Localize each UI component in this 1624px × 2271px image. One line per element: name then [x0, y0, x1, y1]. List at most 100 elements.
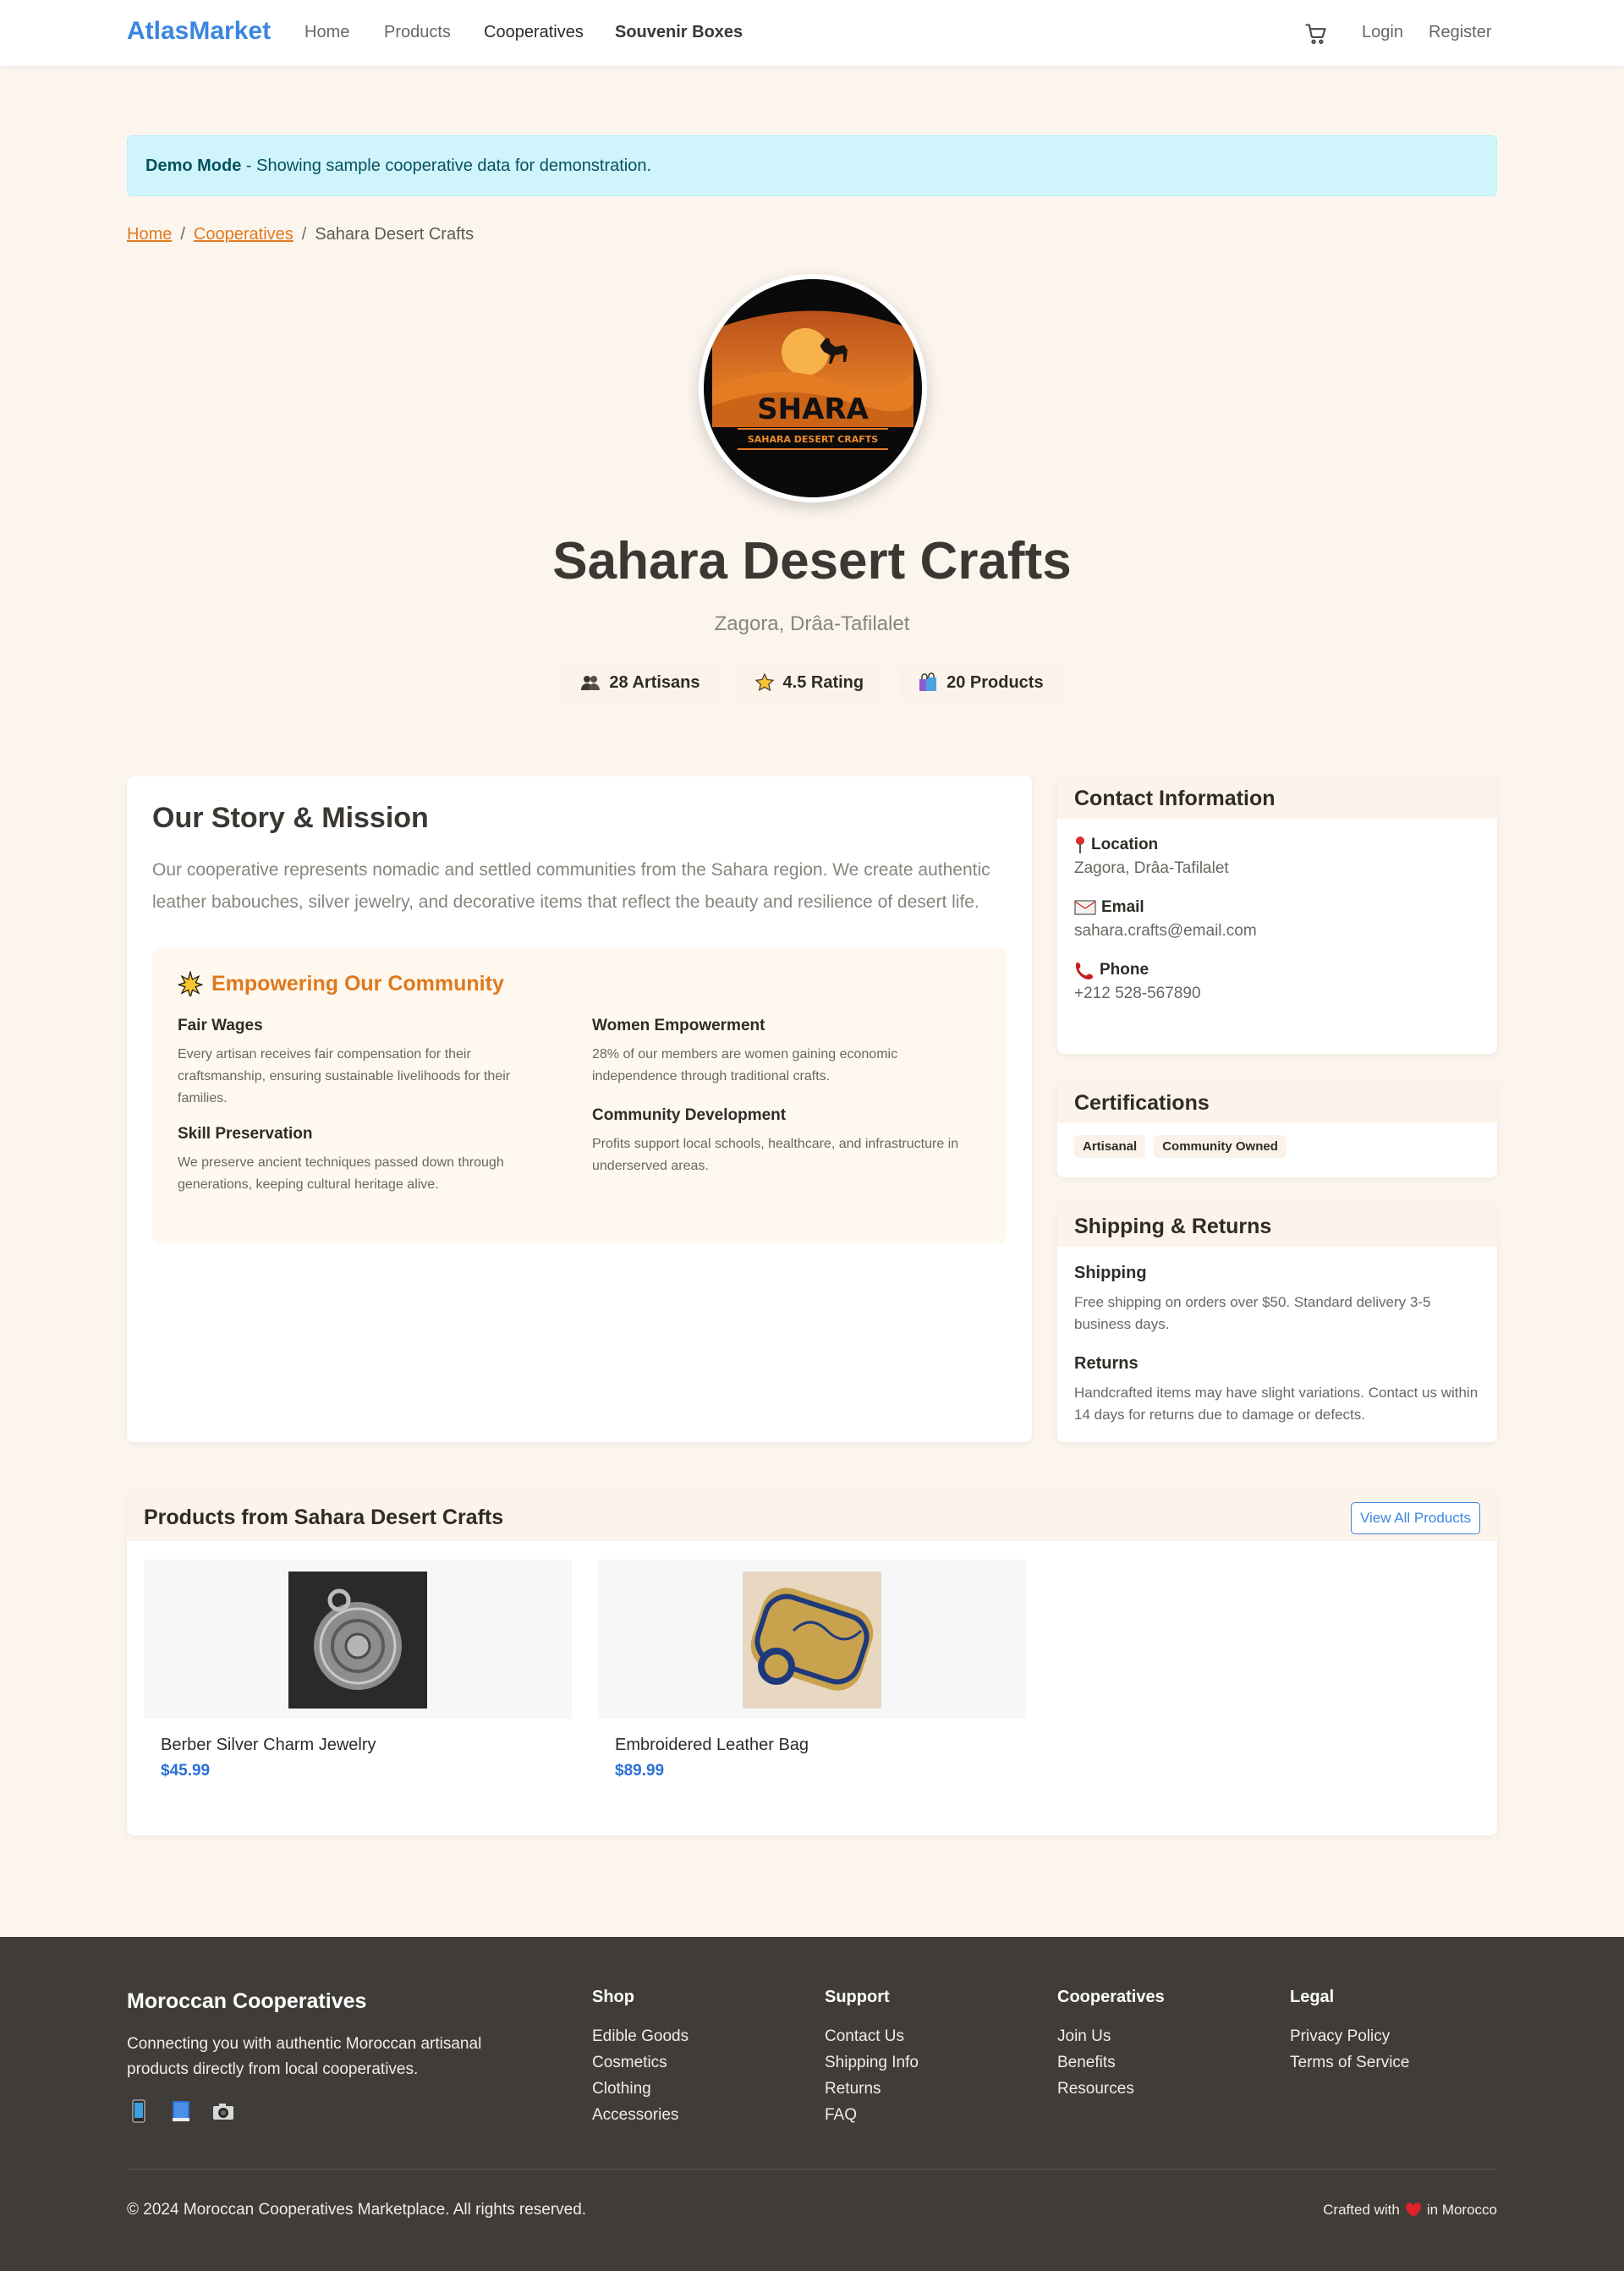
book-icon[interactable]: [169, 2099, 193, 2123]
footer-col-title: Legal: [1290, 1988, 1335, 2006]
footer-link[interactable]: Shipping Info: [825, 2054, 919, 2072]
products-card: Products from Sahara Desert Crafts View …: [127, 1492, 1497, 1835]
brand-logo-link[interactable]: AtlasMarket: [127, 17, 271, 46]
footer-col-title: Cooperatives: [1057, 1988, 1165, 2006]
empower-item-community: Community Development Profits support lo…: [592, 1106, 964, 1177]
contact-email: Email sahara.crafts@email.com: [1074, 898, 1480, 941]
cart-icon[interactable]: [1304, 22, 1328, 46]
story-title: Our Story & Mission: [152, 802, 429, 834]
empower-item-fair-wages: Fair Wages Every artisan receives fair c…: [178, 1017, 550, 1110]
breadcrumb-home[interactable]: Home: [127, 225, 172, 244]
mobile-phone-icon[interactable]: [127, 2099, 151, 2123]
product-price: $45.99: [161, 1762, 211, 1780]
footer-link[interactable]: FAQ: [825, 2106, 919, 2125]
footer-col-title: Support: [825, 1988, 890, 2006]
footer-brand: Moroccan Cooperatives: [127, 1989, 367, 2013]
empower-item-text: Every artisan receives fair compensation…: [178, 1047, 511, 1105]
contact-title: Contact Information: [1057, 776, 1497, 819]
logo-tagline: SAHARA DESERT CRAFTS: [748, 434, 878, 445]
login-link[interactable]: Login: [1362, 23, 1403, 42]
contact-email-label: Email: [1101, 898, 1144, 916]
view-all-products-button[interactable]: View All Products: [1350, 1502, 1480, 1534]
shopping-bags-icon: [918, 672, 938, 693]
empower-box: Empowering Our Community Fair Wages Ever…: [152, 947, 1007, 1243]
footer-link[interactable]: Edible Goods: [592, 2027, 689, 2046]
footer-link[interactable]: Contact Us: [825, 2027, 919, 2046]
breadcrumb-current: Sahara Desert Crafts: [315, 225, 475, 244]
stat-artisans-label: 28 Artisans: [609, 672, 700, 692]
contact-location-label: Location: [1091, 836, 1159, 853]
footer-social-links: [127, 2099, 235, 2123]
empower-item-text: 28% of our members are women gaining eco…: [592, 1047, 898, 1083]
footer-col-cooperatives: Cooperatives Join Us Benefits Resources: [1057, 1988, 1165, 2106]
phone-icon: [1074, 961, 1095, 979]
empower-item-title: Women Empowerment: [592, 1017, 765, 1034]
product-card[interactable]: Embroidered Leather Bag $89.99: [598, 1560, 1026, 1780]
product-image[interactable]: [144, 1560, 572, 1719]
nav-home[interactable]: Home: [304, 23, 349, 42]
contact-location: Location Zagora, Drâa-Tafilalet: [1074, 836, 1480, 878]
footer-col-legal: Legal Privacy Policy Terms of Service: [1290, 1988, 1409, 2080]
contact-phone-label: Phone: [1100, 961, 1149, 979]
footer-link[interactable]: Accessories: [592, 2106, 689, 2125]
shipping-card: Shipping & Returns Shipping Free shippin…: [1057, 1204, 1497, 1442]
breadcrumb-cooperatives[interactable]: Cooperatives: [194, 225, 294, 244]
shipping-text: Free shipping on orders over $50. Standa…: [1074, 1294, 1431, 1332]
footer-link[interactable]: Privacy Policy: [1290, 2027, 1409, 2046]
footer-link[interactable]: Cosmetics: [592, 2054, 689, 2072]
story-text: Our cooperative represents nomadic and s…: [152, 860, 990, 912]
logo-title: SHARA: [757, 392, 869, 426]
camera-icon[interactable]: [211, 2099, 235, 2123]
footer-link[interactable]: Resources: [1057, 2080, 1165, 2098]
empower-title: Empowering Our Community: [211, 971, 504, 996]
products-title: Products from Sahara Desert Crafts: [144, 1506, 504, 1529]
cert-badge-community-owned: Community Owned: [1154, 1135, 1287, 1158]
empower-item-title: Community Development: [592, 1106, 787, 1124]
cooperative-logo: SHARA SAHARA DESERT CRAFTS: [699, 274, 927, 502]
contact-email-value[interactable]: sahara.crafts@email.com: [1074, 922, 1480, 941]
product-name[interactable]: Berber Silver Charm Jewelry: [161, 1736, 555, 1755]
alert-strong: Demo Mode: [145, 156, 242, 175]
product-name[interactable]: Embroidered Leather Bag: [615, 1736, 1009, 1755]
empower-heading: Empowering Our Community: [177, 969, 504, 1000]
cert-badge-artisanal: Artisanal: [1074, 1135, 1146, 1158]
contact-phone-value[interactable]: +212 528-567890: [1074, 985, 1480, 1003]
nav-souvenir-boxes[interactable]: Souvenir Boxes: [615, 23, 743, 42]
footer-description: Connecting you with authentic Moroccan a…: [127, 2035, 482, 2078]
demo-mode-alert: Demo Mode - Showing sample cooperative d…: [127, 135, 1497, 196]
contact-card: Contact Information Location Zagora, Drâ…: [1057, 776, 1497, 1054]
footer-col-support: Support Contact Us Shipping Info Returns…: [825, 1988, 919, 2132]
footer-divider: [127, 2169, 1497, 2170]
product-image[interactable]: [598, 1560, 1026, 1719]
leather-bag-image: [743, 1572, 881, 1709]
footer-link[interactable]: Benefits: [1057, 2054, 1165, 2072]
contact-location-value: Zagora, Drâa-Tafilalet: [1074, 859, 1229, 877]
register-link[interactable]: Register: [1429, 23, 1491, 42]
empower-item-text: Profits support local schools, healthcar…: [592, 1137, 959, 1173]
product-card[interactable]: Berber Silver Charm Jewelry $45.99: [144, 1560, 572, 1780]
returns-text: Handcrafted items may have slight variat…: [1074, 1385, 1479, 1423]
contact-phone: Phone +212 528-567890: [1074, 961, 1480, 1003]
footer-link[interactable]: Returns: [825, 2080, 919, 2098]
footer-link[interactable]: Clothing: [592, 2080, 689, 2098]
footer-link[interactable]: Join Us: [1057, 2027, 1165, 2046]
empower-item-women: Women Empowerment 28% of our members are…: [592, 1017, 964, 1088]
nav-cooperatives[interactable]: Cooperatives: [484, 23, 584, 42]
footer-crafted: Crafted with in Morocco: [1323, 2202, 1497, 2219]
stat-rating-label: 4.5 Rating: [782, 672, 864, 692]
footer-link[interactable]: Terms of Service: [1290, 2054, 1409, 2072]
cooperative-name: Sahara Desert Crafts: [552, 532, 1072, 590]
crafted-after: in Morocco: [1426, 2202, 1497, 2218]
pin-icon: [1074, 836, 1086, 854]
empower-item-title: Fair Wages: [178, 1017, 263, 1034]
shipping-title: Shipping: [1074, 1264, 1147, 1282]
breadcrumb-separator: /: [301, 225, 307, 244]
story-card: Our Story & Mission Our cooperative repr…: [127, 776, 1032, 1442]
people-icon: [580, 672, 601, 693]
nav-products[interactable]: Products: [384, 23, 451, 42]
empower-item-title: Skill Preservation: [178, 1125, 313, 1143]
footer-copyright: © 2024 Moroccan Cooperatives Marketplace…: [127, 2201, 587, 2219]
certifications-card: Certifications Artisanal Community Owned: [1057, 1081, 1497, 1177]
empower-item-skill: Skill Preservation We preserve ancient t…: [178, 1125, 550, 1196]
stat-products-label: 20 Products: [946, 672, 1044, 692]
